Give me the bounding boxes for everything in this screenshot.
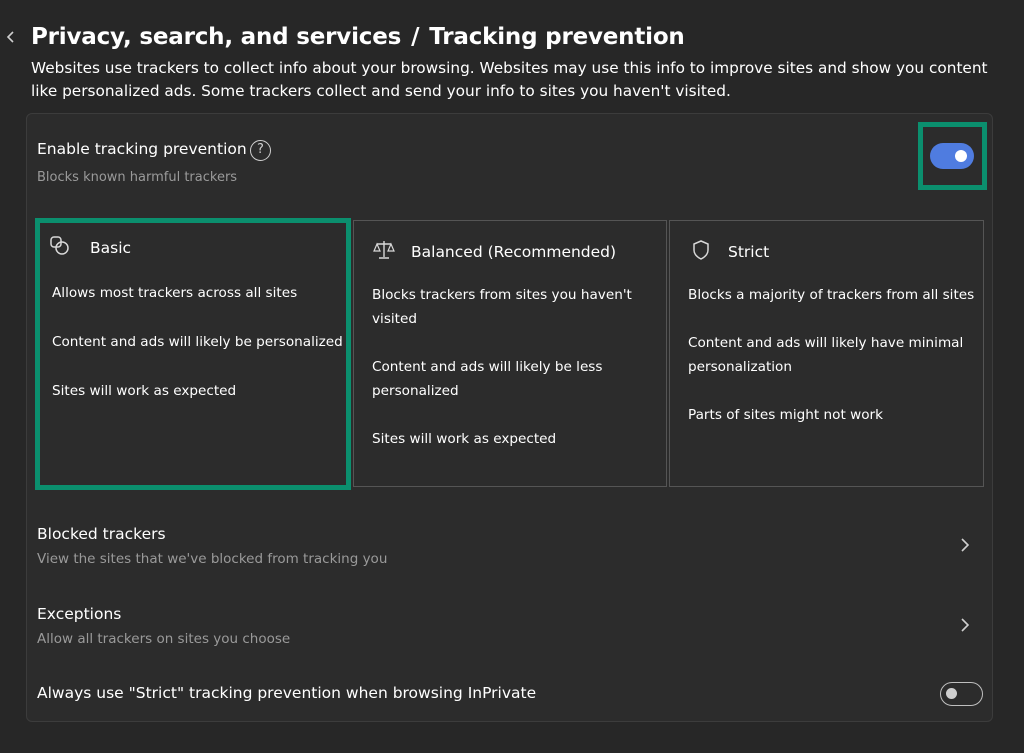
chevron-left-icon (6, 31, 14, 43)
strict-line-2b: personalization (688, 359, 792, 375)
blocked-trackers-title: Blocked trackers (37, 525, 166, 543)
strict-line-1: Blocks a majority of trackers from all s… (688, 287, 975, 303)
basic-line-3: Sites will work as expected (52, 383, 237, 399)
page-title: Privacy, search, and services / Tracking p… (31, 24, 685, 50)
enable-tracking-title: Enable tracking prevention (37, 140, 247, 158)
chevron-right-icon[interactable] (957, 614, 973, 636)
balanced-line-2: Content and ads will likely be less (372, 359, 603, 375)
overlapping-shapes-icon (50, 236, 69, 255)
back-button[interactable] (5, 27, 19, 49)
page-description: Websites use trackers to collect info ab… (31, 59, 988, 100)
balanced-line-1b: visited (372, 311, 418, 327)
basic-line-1: Allows most trackers across all sites (52, 285, 298, 301)
blocked-trackers-subtitle: View the sites that we've blocked from t… (37, 551, 388, 567)
scales-icon (373, 241, 395, 259)
strict-line-2: Content and ads will likely have minimal (688, 335, 964, 351)
basic-line-2: Content and ads will likely be personali… (52, 334, 343, 350)
breadcrumb-separator: / (411, 24, 420, 50)
level-title-strict: Strict (728, 243, 770, 261)
balanced-line-2b: personalized (372, 383, 459, 399)
level-card-basic[interactable]: Basic Allows most trackers across all si… (35, 218, 351, 490)
inprivate-strict-title: Always use "Strict" tracking prevention … (37, 684, 537, 702)
strict-line-3: Parts of sites might not work (688, 407, 884, 423)
inprivate-strict-toggle[interactable] (940, 682, 983, 706)
toggle-knob (955, 150, 967, 162)
toggle-knob (946, 688, 957, 699)
chevron-right-icon[interactable] (957, 534, 973, 556)
level-title-basic: Basic (90, 239, 132, 257)
enable-tracking-subtitle: Blocks known harmful trackers (37, 170, 238, 185)
enable-tracking-toggle[interactable] (930, 143, 974, 169)
level-card-balanced[interactable]: Balanced (Recommended) Blocks trackers f… (353, 220, 667, 487)
balanced-line-3: Sites will work as expected (372, 431, 557, 447)
level-title-balanced: Balanced (Recommended) (411, 243, 617, 261)
question-circle-icon[interactable]: ? (250, 140, 271, 161)
exceptions-title: Exceptions (37, 605, 122, 623)
balanced-line-1: Blocks trackers from sites you haven't (372, 287, 632, 303)
shield-icon (693, 240, 709, 260)
breadcrumb-parent[interactable]: Privacy, search, and services (31, 24, 401, 50)
exceptions-subtitle: Allow all trackers on sites you choose (37, 631, 291, 647)
breadcrumb-current: Tracking prevention (429, 24, 685, 50)
level-card-strict[interactable]: Strict Blocks a majority of trackers fro… (669, 220, 984, 487)
tracking-prevention-panel: Enable tracking prevention ? Blocks know… (26, 113, 993, 722)
